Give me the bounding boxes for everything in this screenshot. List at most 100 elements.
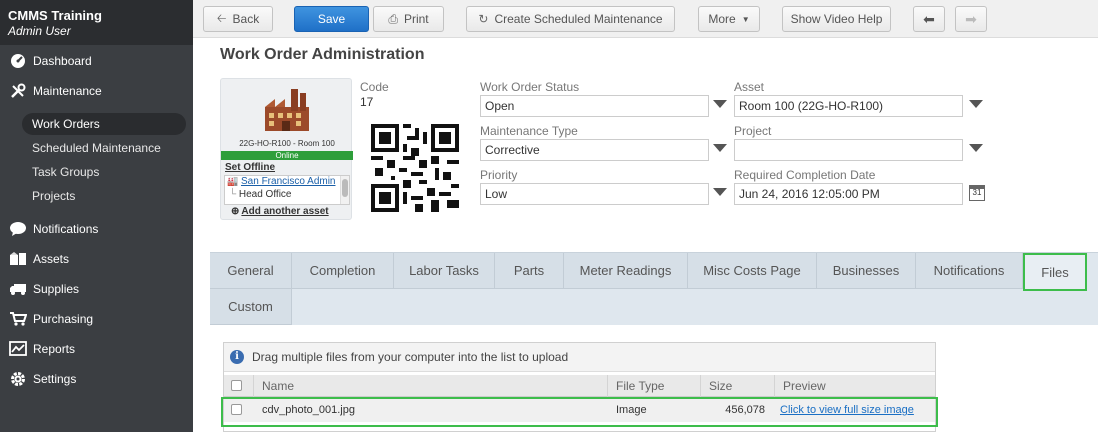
tab-misc-costs-page[interactable]: Misc Costs Page: [688, 253, 817, 289]
select-all-checkbox[interactable]: [231, 380, 242, 391]
project-select[interactable]: [734, 139, 963, 161]
list-item[interactable]: └ Head Office: [225, 189, 349, 202]
column-header-preview[interactable]: Preview: [774, 375, 935, 397]
sidebar-item-settings[interactable]: Settings: [0, 366, 193, 392]
column-header-name[interactable]: Name: [253, 375, 607, 397]
asset-card: 22G-HO-R100 - Room 100 Online Set Offlin…: [220, 78, 353, 220]
column-header-size[interactable]: Size: [700, 375, 774, 397]
scrollbar[interactable]: [340, 176, 349, 204]
work-order-status-select[interactable]: Open: [480, 95, 709, 117]
tab-labor-tasks[interactable]: Labor Tasks: [394, 253, 495, 289]
user-name: Admin User: [8, 24, 71, 38]
files-panel[interactable]: i Drag multiple files from your computer…: [223, 342, 936, 432]
sidebar-subitem-work-orders[interactable]: Work Orders: [22, 113, 186, 135]
preview-link[interactable]: Click to view full size image: [780, 398, 914, 422]
chevron-down-icon[interactable]: [713, 100, 727, 108]
sidebar: CMMS Training Admin User Dashboard Maint…: [0, 0, 193, 432]
upload-hint: Drag multiple files from your computer i…: [252, 350, 569, 364]
add-another-asset-link[interactable]: ⊕ Add another asset: [231, 206, 329, 217]
table-header: Name File Type Size Preview: [224, 375, 935, 397]
file-type: Image: [616, 404, 647, 416]
priority-select[interactable]: Low: [480, 183, 709, 205]
tab-notifications[interactable]: Notifications: [916, 253, 1023, 289]
sidebar-item-maintenance[interactable]: Maintenance: [0, 78, 193, 104]
tab-files[interactable]: Files: [1023, 253, 1087, 291]
asset-list[interactable]: 🏭 San Francisco Admin └ Head Office: [224, 175, 350, 205]
more-label: More: [708, 12, 736, 26]
more-dropdown-button[interactable]: More ▼: [698, 6, 760, 32]
sidebar-item-supplies[interactable]: Supplies: [0, 276, 193, 302]
asset-label: Asset: [734, 80, 765, 94]
app-brand: CMMS Training Admin User: [0, 0, 193, 45]
tab-bar: General Completion Labor Tasks Parts Met…: [210, 252, 1098, 325]
calendar-icon[interactable]: 31: [969, 185, 985, 201]
sidebar-item-label: Purchasing: [33, 312, 94, 326]
chevron-down-icon[interactable]: [713, 188, 727, 196]
sidebar-item-purchasing[interactable]: Purchasing: [0, 306, 193, 332]
chart-icon: [8, 341, 28, 357]
code-label: Code: [360, 80, 389, 94]
table-row[interactable]: cdv_photo_001.jpg Image 456,078 Click to…: [224, 398, 935, 422]
back-button[interactable]: 🡠 Back: [203, 6, 273, 32]
arrow-left-icon: 🡠: [216, 10, 227, 25]
caret-down-icon: ▼: [741, 14, 750, 24]
status-badge: Online: [221, 151, 353, 160]
file-name: cdv_photo_001.jpg: [262, 404, 355, 416]
page-title: Work Order Administration: [220, 46, 425, 63]
add-asset-label: Add another asset: [241, 206, 329, 217]
chevron-down-icon[interactable]: [969, 144, 983, 152]
tree-branch-icon: └: [229, 189, 237, 200]
chevron-down-icon[interactable]: [969, 100, 983, 108]
asset-caption: 22G-HO-R100 - Room 100: [239, 139, 335, 148]
print-icon: ⎙: [388, 11, 398, 26]
sidebar-item-dashboard[interactable]: Dashboard: [0, 48, 193, 74]
tab-parts[interactable]: Parts: [495, 253, 564, 289]
upload-hint-bar: i Drag multiple files from your computer…: [224, 343, 935, 372]
required-completion-date-input[interactable]: Jun 24, 2016 12:05:00 PM: [734, 183, 963, 205]
asset-select[interactable]: Room 100 (22G-HO-R100): [734, 95, 963, 117]
next-record-button[interactable]: ➡: [955, 6, 987, 32]
create-scheduled-maintenance-button[interactable]: ↻ Create Scheduled Maintenance: [466, 6, 675, 32]
maintenance-type-select[interactable]: Corrective: [480, 139, 709, 161]
sidebar-item-notifications[interactable]: Notifications: [0, 216, 193, 242]
sidebar-item-reports[interactable]: Reports: [0, 336, 193, 362]
building-icon: 🏭: [227, 176, 239, 186]
sidebar-item-label: Notifications: [33, 222, 99, 236]
sidebar-item-assets[interactable]: Assets: [0, 246, 193, 272]
chevron-down-icon[interactable]: [713, 144, 727, 152]
asset-link[interactable]: San Francisco Admin: [241, 176, 336, 187]
tab-meter-readings[interactable]: Meter Readings: [564, 253, 688, 289]
cart-icon: [8, 311, 28, 327]
app-title: CMMS Training: [8, 8, 102, 23]
create-scheduled-label: Create Scheduled Maintenance: [494, 12, 663, 26]
sidebar-item-label: Maintenance: [33, 84, 102, 98]
list-item[interactable]: 🏭 San Francisco Admin: [225, 176, 349, 189]
tab-general[interactable]: General: [210, 253, 292, 289]
tab-custom[interactable]: Custom: [210, 289, 292, 325]
add-icon: ⊕: [231, 206, 240, 217]
clock-history-icon: ↻: [478, 12, 489, 26]
sidebar-subitem-projects[interactable]: Projects: [22, 185, 186, 207]
sidebar-subitem-scheduled-maintenance[interactable]: Scheduled Maintenance: [22, 137, 186, 159]
print-button[interactable]: ⎙ Print: [373, 6, 444, 32]
sidebar-subitem-task-groups[interactable]: Task Groups: [22, 161, 186, 183]
previous-record-button[interactable]: ⬅: [913, 6, 945, 32]
column-header-file-type[interactable]: File Type: [607, 375, 700, 397]
qr-code-icon: [371, 124, 459, 212]
save-button[interactable]: Save: [294, 6, 369, 32]
maintenance-type-label: Maintenance Type: [480, 124, 578, 138]
dashboard-icon: [8, 53, 28, 69]
tab-completion[interactable]: Completion: [292, 253, 394, 289]
arrow-right-icon: ➡: [965, 10, 977, 27]
code-value: 17: [360, 95, 374, 109]
set-offline-link[interactable]: Set Offline: [225, 162, 275, 173]
tab-businesses[interactable]: Businesses: [817, 253, 916, 289]
show-video-help-button[interactable]: Show Video Help: [782, 6, 891, 32]
work-order-status-label: Work Order Status: [480, 80, 580, 94]
truck-icon: [8, 281, 28, 297]
asset-name: Head Office: [238, 189, 292, 200]
row-checkbox[interactable]: [231, 404, 242, 415]
gear-icon: [8, 371, 28, 387]
priority-label: Priority: [480, 168, 518, 182]
project-label: Project: [734, 124, 772, 138]
